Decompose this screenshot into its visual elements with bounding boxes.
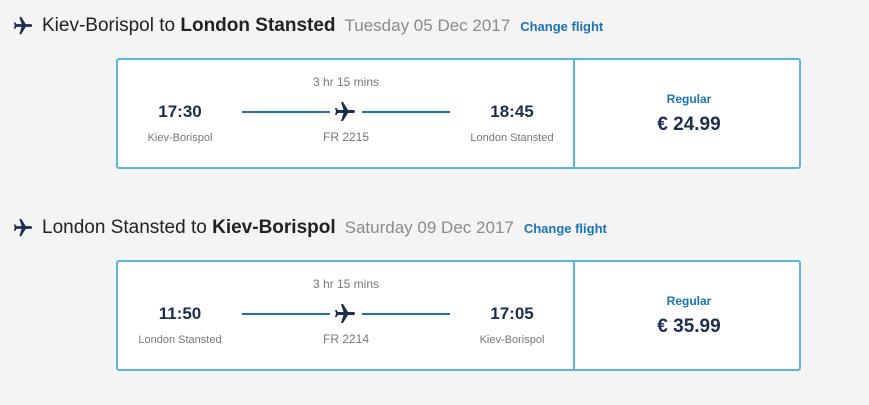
arrive-time: 17:05: [490, 304, 534, 323]
flight-date: Tuesday 05 Dec 2017: [344, 16, 511, 35]
flight-duration: 3 hr 15 mins: [312, 75, 380, 89]
depart-city: London Stansted: [138, 334, 222, 346]
route-from: Kiev-Borispol: [42, 15, 154, 36]
flight-number: FR 2215: [322, 130, 370, 144]
arrive-city: London Stansted: [470, 132, 554, 144]
route-line-right: [362, 313, 450, 315]
fare-price: € 35.99: [657, 316, 721, 337]
arrive-time: 18:45: [490, 102, 534, 121]
route-to: Kiev-Borispol: [212, 217, 336, 238]
airplane-icon: [12, 15, 34, 37]
depart-city: Kiev-Borispol: [147, 132, 213, 144]
outbound-flight-card[interactable]: 17:30 Kiev-Borispol 3 hr 15 mins FR 2215…: [116, 58, 801, 169]
flight-summary-page: Kiev-Borispol to London Stansted Tuesday…: [0, 0, 869, 405]
airplane-icon: [333, 302, 357, 326]
airplane-icon: [12, 217, 34, 239]
card-divider: [573, 262, 575, 369]
route-title: London Stansted to Kiev-Borispol: [42, 217, 336, 239]
outbound-leg-header: Kiev-Borispol to London Stansted Tuesday…: [12, 11, 603, 41]
fare-price: € 24.99: [657, 114, 721, 135]
fare-type: Regular: [666, 92, 712, 106]
route-title: Kiev-Borispol to London Stansted: [42, 15, 336, 37]
depart-time: 11:50: [158, 304, 202, 323]
return-flight-card[interactable]: 11:50 London Stansted 3 hr 15 mins FR 22…: [116, 260, 801, 371]
flight-date: Saturday 09 Dec 2017: [344, 218, 514, 237]
flight-duration: 3 hr 15 mins: [312, 277, 380, 291]
route-line-right: [362, 111, 450, 113]
route-line-left: [242, 313, 330, 315]
route-line-left: [242, 111, 330, 113]
depart-time: 17:30: [158, 102, 202, 121]
arrive-city: Kiev-Borispol: [479, 334, 545, 346]
route-connector: to: [190, 217, 207, 238]
flight-number: FR 2214: [322, 332, 370, 346]
change-flight-link[interactable]: Change flight: [524, 221, 607, 236]
change-flight-link[interactable]: Change flight: [520, 19, 603, 34]
route-to: London Stansted: [180, 15, 336, 36]
return-leg-header: London Stansted to Kiev-Borispol Saturda…: [12, 213, 607, 243]
route-connector: to: [159, 15, 176, 36]
route-from: London Stansted: [42, 217, 186, 238]
card-divider: [573, 60, 575, 167]
airplane-icon: [333, 100, 357, 124]
fare-type: Regular: [666, 294, 712, 308]
